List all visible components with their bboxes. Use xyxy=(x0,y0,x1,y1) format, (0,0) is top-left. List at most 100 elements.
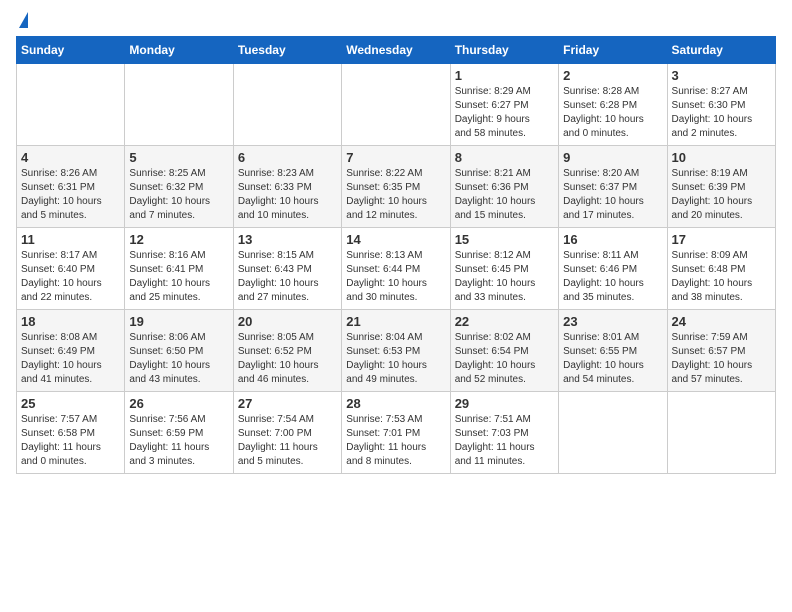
column-header-sunday: Sunday xyxy=(17,37,125,64)
calendar-week-row: 4Sunrise: 8:26 AM Sunset: 6:31 PM Daylig… xyxy=(17,146,776,228)
day-info: Sunrise: 8:04 AM Sunset: 6:53 PM Dayligh… xyxy=(346,331,445,387)
day-number: 21 xyxy=(346,314,445,329)
day-info: Sunrise: 8:29 AM Sunset: 6:27 PM Dayligh… xyxy=(455,85,554,141)
day-number: 17 xyxy=(672,232,771,247)
column-header-saturday: Saturday xyxy=(667,37,775,64)
calendar-cell: 28 Sunrise: 7:53 AM Sunset: 7:01 PM Dayli… xyxy=(342,392,450,474)
calendar-cell: 20 Sunrise: 8:05 AM Sunset: 6:52 PM Dayli… xyxy=(233,310,341,392)
day-number: 27 xyxy=(238,396,337,411)
calendar-cell: 3 Sunrise: 8:27 AM Sunset: 6:30 PM Daylig… xyxy=(667,64,775,146)
day-number: 28 xyxy=(346,396,445,411)
day-number: 15 xyxy=(455,232,554,247)
calendar-cell: 8Sunrise: 8:21 AM Sunset: 6:36 PM Daylig… xyxy=(450,146,558,228)
calendar-table: SundayMondayTuesdayWednesdayThursdayFrid… xyxy=(16,36,776,474)
calendar-cell: 4Sunrise: 8:26 AM Sunset: 6:31 PM Daylig… xyxy=(17,146,125,228)
day-info: Sunrise: 7:51 AM Sunset: 7:03 PM Dayligh… xyxy=(455,413,554,469)
calendar-week-row: 11 Sunrise: 8:17 AM Sunset: 6:40 PM Dayli… xyxy=(17,228,776,310)
day-number: 14 xyxy=(346,232,445,247)
calendar-cell: 19 Sunrise: 8:06 AM Sunset: 6:50 PM Dayli… xyxy=(125,310,233,392)
day-info: Sunrise: 7:54 AM Sunset: 7:00 PM Dayligh… xyxy=(238,413,337,469)
day-info: Sunrise: 8:11 AM Sunset: 6:46 PM Dayligh… xyxy=(563,249,662,305)
column-header-tuesday: Tuesday xyxy=(233,37,341,64)
day-info: Sunrise: 7:57 AM Sunset: 6:58 PM Dayligh… xyxy=(21,413,120,469)
calendar-week-row: 25 Sunrise: 7:57 AM Sunset: 6:58 PM Dayli… xyxy=(17,392,776,474)
calendar-cell xyxy=(17,64,125,146)
day-info: Sunrise: 8:21 AM Sunset: 6:36 PM Dayligh… xyxy=(455,167,554,223)
day-info: Sunrise: 7:53 AM Sunset: 7:01 PM Dayligh… xyxy=(346,413,445,469)
day-number: 4 xyxy=(21,150,120,165)
calendar-cell: 23 Sunrise: 8:01 AM Sunset: 6:55 PM Dayli… xyxy=(559,310,667,392)
day-number: 16 xyxy=(563,232,662,247)
day-info: Sunrise: 8:17 AM Sunset: 6:40 PM Dayligh… xyxy=(21,249,120,305)
calendar-cell: 10 Sunrise: 8:19 AM Sunset: 6:39 PM Dayli… xyxy=(667,146,775,228)
calendar-cell: 6 Sunrise: 8:23 AM Sunset: 6:33 PM Daylig… xyxy=(233,146,341,228)
day-info: Sunrise: 8:12 AM Sunset: 6:45 PM Dayligh… xyxy=(455,249,554,305)
calendar-cell: 13 Sunrise: 8:15 AM Sunset: 6:43 PM Dayli… xyxy=(233,228,341,310)
calendar-cell: 2 Sunrise: 8:28 AM Sunset: 6:28 PM Daylig… xyxy=(559,64,667,146)
day-info: Sunrise: 8:28 AM Sunset: 6:28 PM Dayligh… xyxy=(563,85,662,141)
header xyxy=(16,16,776,28)
calendar-cell: 9Sunrise: 8:20 AM Sunset: 6:37 PM Daylig… xyxy=(559,146,667,228)
day-number: 19 xyxy=(129,314,228,329)
day-number: 24 xyxy=(672,314,771,329)
day-info: Sunrise: 8:02 AM Sunset: 6:54 PM Dayligh… xyxy=(455,331,554,387)
column-header-wednesday: Wednesday xyxy=(342,37,450,64)
calendar-cell xyxy=(667,392,775,474)
day-number: 26 xyxy=(129,396,228,411)
calendar-cell: 25 Sunrise: 7:57 AM Sunset: 6:58 PM Dayli… xyxy=(17,392,125,474)
column-header-friday: Friday xyxy=(559,37,667,64)
day-info: Sunrise: 8:16 AM Sunset: 6:41 PM Dayligh… xyxy=(129,249,228,305)
calendar-cell: 1 Sunrise: 8:29 AM Sunset: 6:27 PM Daylig… xyxy=(450,64,558,146)
calendar-cell xyxy=(125,64,233,146)
day-number: 10 xyxy=(672,150,771,165)
day-info: Sunrise: 8:23 AM Sunset: 6:33 PM Dayligh… xyxy=(238,167,337,223)
day-number: 12 xyxy=(129,232,228,247)
calendar-cell: 29 Sunrise: 7:51 AM Sunset: 7:03 PM Dayli… xyxy=(450,392,558,474)
day-info: Sunrise: 8:27 AM Sunset: 6:30 PM Dayligh… xyxy=(672,85,771,141)
calendar-cell: 27 Sunrise: 7:54 AM Sunset: 7:00 PM Dayli… xyxy=(233,392,341,474)
day-info: Sunrise: 8:13 AM Sunset: 6:44 PM Dayligh… xyxy=(346,249,445,305)
calendar-cell: 12 Sunrise: 8:16 AM Sunset: 6:41 PM Dayli… xyxy=(125,228,233,310)
calendar-cell xyxy=(233,64,341,146)
calendar-cell: 18Sunrise: 8:08 AM Sunset: 6:49 PM Dayli… xyxy=(17,310,125,392)
day-info: Sunrise: 8:22 AM Sunset: 6:35 PM Dayligh… xyxy=(346,167,445,223)
day-number: 20 xyxy=(238,314,337,329)
day-number: 5 xyxy=(129,150,228,165)
calendar-cell: 15 Sunrise: 8:12 AM Sunset: 6:45 PM Dayli… xyxy=(450,228,558,310)
calendar-cell: 22Sunrise: 8:02 AM Sunset: 6:54 PM Dayli… xyxy=(450,310,558,392)
day-info: Sunrise: 8:08 AM Sunset: 6:49 PM Dayligh… xyxy=(21,331,120,387)
day-number: 3 xyxy=(672,68,771,83)
day-info: Sunrise: 8:25 AM Sunset: 6:32 PM Dayligh… xyxy=(129,167,228,223)
calendar-week-row: 1 Sunrise: 8:29 AM Sunset: 6:27 PM Daylig… xyxy=(17,64,776,146)
calendar-cell: 21 Sunrise: 8:04 AM Sunset: 6:53 PM Dayli… xyxy=(342,310,450,392)
day-number: 9 xyxy=(563,150,662,165)
column-header-monday: Monday xyxy=(125,37,233,64)
calendar-cell: 5 Sunrise: 8:25 AM Sunset: 6:32 PM Daylig… xyxy=(125,146,233,228)
day-number: 11 xyxy=(21,232,120,247)
day-number: 6 xyxy=(238,150,337,165)
day-info: Sunrise: 7:59 AM Sunset: 6:57 PM Dayligh… xyxy=(672,331,771,387)
day-info: Sunrise: 8:05 AM Sunset: 6:52 PM Dayligh… xyxy=(238,331,337,387)
day-info: Sunrise: 8:15 AM Sunset: 6:43 PM Dayligh… xyxy=(238,249,337,305)
calendar-cell: 14 Sunrise: 8:13 AM Sunset: 6:44 PM Dayli… xyxy=(342,228,450,310)
calendar-cell: 24 Sunrise: 7:59 AM Sunset: 6:57 PM Dayli… xyxy=(667,310,775,392)
day-info: Sunrise: 8:19 AM Sunset: 6:39 PM Dayligh… xyxy=(672,167,771,223)
day-number: 13 xyxy=(238,232,337,247)
calendar-cell: 16 Sunrise: 8:11 AM Sunset: 6:46 PM Dayli… xyxy=(559,228,667,310)
day-number: 1 xyxy=(455,68,554,83)
day-number: 23 xyxy=(563,314,662,329)
calendar-cell xyxy=(559,392,667,474)
day-info: Sunrise: 8:01 AM Sunset: 6:55 PM Dayligh… xyxy=(563,331,662,387)
calendar-cell: 7 Sunrise: 8:22 AM Sunset: 6:35 PM Daylig… xyxy=(342,146,450,228)
day-info: Sunrise: 8:09 AM Sunset: 6:48 PM Dayligh… xyxy=(672,249,771,305)
calendar-cell xyxy=(342,64,450,146)
day-number: 29 xyxy=(455,396,554,411)
calendar-cell: 26Sunrise: 7:56 AM Sunset: 6:59 PM Dayli… xyxy=(125,392,233,474)
day-info: Sunrise: 8:06 AM Sunset: 6:50 PM Dayligh… xyxy=(129,331,228,387)
calendar-week-row: 18Sunrise: 8:08 AM Sunset: 6:49 PM Dayli… xyxy=(17,310,776,392)
logo xyxy=(16,16,28,28)
calendar-cell: 17 Sunrise: 8:09 AM Sunset: 6:48 PM Dayli… xyxy=(667,228,775,310)
day-number: 7 xyxy=(346,150,445,165)
day-number: 25 xyxy=(21,396,120,411)
day-number: 2 xyxy=(563,68,662,83)
